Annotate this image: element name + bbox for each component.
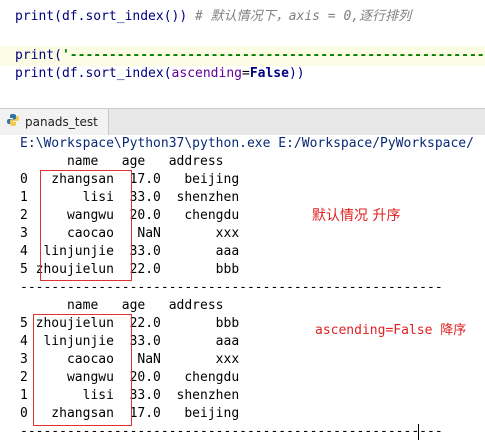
run-tab[interactable]: panads_test [0, 109, 109, 135]
annotation-descending: ascending=False 降序 [315, 323, 467, 338]
code-line-1-comment: # 默认情况下，axis = 0,逐行排列 [195, 9, 412, 24]
code-line-3-prefix: print(df.sort_index( [15, 66, 172, 81]
run-tab-label: panads_test [25, 115, 98, 129]
code-line-3-param: ascending [171, 66, 242, 81]
console-output[interactable]: E:\Workspace\Python37\python.exe E:/Work… [0, 135, 485, 440]
code-line-1-code: print(df.sort_index()) [15, 9, 188, 24]
code-line-1[interactable]: print(df.sort_index()) # 默认情况下，axis = 0,… [15, 8, 411, 26]
highlight-box-table2 [33, 314, 132, 426]
code-line-3-eq: = [242, 66, 250, 81]
table1-header: name age address [20, 154, 224, 169]
highlight-box-table1 [40, 170, 132, 281]
code-line-3-suffix: )) [288, 66, 305, 81]
text-cursor [418, 424, 419, 440]
python-icon [6, 113, 20, 131]
code-line-2-prefix: print( [15, 48, 62, 63]
code-line-3-value: False [249, 66, 289, 81]
separator-line-bottom: ----------------------------------------… [20, 424, 443, 439]
run-tool-window-bar: panads_test [0, 108, 485, 136]
table2-header: name age address [20, 298, 224, 313]
code-line-2-string: '---------------------------------------… [61, 48, 485, 63]
code-editor[interactable]: print(df.sort_index()) # 默认情况下，axis = 0,… [0, 0, 485, 108]
command-line: E:\Workspace\Python37\python.exe E:/Work… [20, 136, 474, 151]
separator-line: ----------------------------------------… [20, 280, 443, 295]
code-line-2[interactable]: print('---------------------------------… [15, 47, 485, 65]
annotation-default-ascending: 默认情况 升序 [312, 208, 401, 224]
code-line-3[interactable]: print(df.sort_index(ascending=False)) [15, 65, 305, 83]
